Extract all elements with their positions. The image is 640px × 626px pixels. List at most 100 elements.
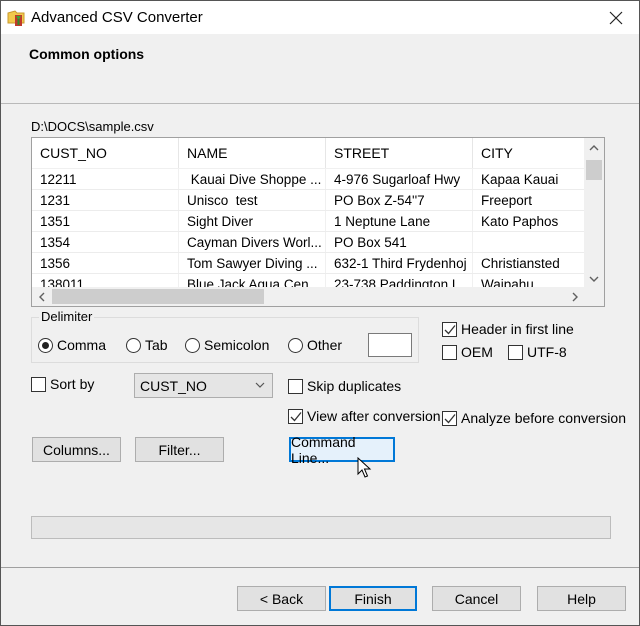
- cell: Freeport: [473, 190, 585, 210]
- view-after-conversion-checkbox[interactable]: View after conversion: [288, 408, 441, 424]
- radio-label: Other: [307, 337, 343, 353]
- chevron-down-icon: [255, 382, 265, 388]
- radio-tab[interactable]: Tab: [126, 337, 168, 353]
- horizontal-scrollbar[interactable]: [32, 287, 585, 306]
- delimiter-group-label: Delimiter: [39, 309, 95, 324]
- checkbox-label: Header in first line: [461, 321, 574, 337]
- cell: 632-1 Third Frydenhoj: [326, 253, 473, 273]
- checkbox-label: Analyze before conversion: [461, 410, 626, 426]
- window-title: Advanced CSV Converter: [31, 9, 203, 26]
- vertical-scroll-thumb[interactable]: [586, 160, 602, 180]
- command-line-button[interactable]: Command Line...: [289, 434, 395, 466]
- checkmark-icon: [444, 324, 456, 334]
- cell: 1356: [32, 253, 179, 273]
- close-icon: [609, 11, 623, 24]
- cell: 1231: [32, 190, 179, 210]
- footer-separator: [1, 567, 639, 568]
- scroll-up-icon[interactable]: [584, 138, 604, 157]
- sort-field-select[interactable]: CUST_NO: [134, 373, 273, 398]
- table-row[interactable]: 12211 Kauai Dive Shoppe ... 4-976 Sugarl…: [32, 169, 585, 190]
- radio-label: Comma: [57, 337, 107, 353]
- column-header[interactable]: CITY: [473, 138, 585, 168]
- column-header[interactable]: STREET: [326, 138, 473, 168]
- radio-circle: [185, 337, 200, 353]
- cell: 1 Neptune Lane: [326, 211, 473, 231]
- other-delimiter-input[interactable]: [368, 333, 412, 357]
- mouse-cursor-icon: [357, 457, 372, 478]
- close-button[interactable]: [593, 1, 639, 34]
- checkbox-label: Sort by: [50, 376, 95, 392]
- file-path-label: D:\DOCS\sample.csv: [31, 119, 154, 134]
- cell: Cayman Divers Worl...: [179, 232, 326, 252]
- radio-semicolon[interactable]: Semicolon: [185, 337, 269, 353]
- checkmark-icon: [290, 411, 302, 421]
- grid-header-row: CUST_NO NAME STREET CITY: [32, 138, 585, 169]
- table-row[interactable]: 1356 Tom Sawyer Diving ... 632-1 Third F…: [32, 253, 585, 274]
- checkbox-box: [442, 321, 457, 337]
- cell: PO Box 541: [326, 232, 473, 252]
- radio-other[interactable]: Other: [288, 337, 342, 353]
- checkbox-box: [442, 410, 457, 426]
- finish-button[interactable]: Finish: [329, 586, 417, 611]
- cell: 23-738 Paddington L...: [326, 274, 473, 288]
- header-in-first-line-checkbox[interactable]: Header in first line: [442, 321, 574, 337]
- filter-button[interactable]: Filter...: [135, 437, 224, 462]
- analyze-before-conversion-checkbox[interactable]: Analyze before conversion: [442, 410, 626, 426]
- checkbox-box: [31, 376, 46, 392]
- checkbox-label: View after conversion: [307, 408, 441, 424]
- grid-content: CUST_NO NAME STREET CITY 12211 Kauai Div…: [32, 138, 585, 288]
- checkbox-box: [442, 344, 457, 360]
- cell: 138011: [32, 274, 179, 288]
- checkbox-box: [288, 378, 303, 394]
- app-icon: [7, 8, 27, 28]
- utf8-checkbox[interactable]: UTF-8: [508, 344, 567, 360]
- checkbox-label: OEM: [461, 344, 493, 360]
- radio-comma[interactable]: Comma: [38, 337, 106, 353]
- column-header[interactable]: NAME: [179, 138, 326, 168]
- cell: Christiansted: [473, 253, 585, 273]
- sort-by-checkbox[interactable]: Sort by: [31, 376, 94, 392]
- data-preview-grid[interactable]: CUST_NO NAME STREET CITY 12211 Kauai Div…: [31, 137, 605, 307]
- oem-checkbox[interactable]: OEM: [442, 344, 493, 360]
- table-row[interactable]: 1354 Cayman Divers Worl... PO Box 541: [32, 232, 585, 253]
- cell: Blue Jack Aqua Cen...: [179, 274, 326, 288]
- help-button[interactable]: Help: [537, 586, 626, 611]
- wizard-header: Common options: [1, 34, 639, 104]
- scroll-down-icon[interactable]: [584, 269, 604, 288]
- cell: 12211: [32, 169, 179, 189]
- sort-field-value: CUST_NO: [140, 377, 207, 394]
- cell: 1354: [32, 232, 179, 252]
- checkbox-label: Skip duplicates: [307, 378, 402, 394]
- radio-circle: [126, 337, 141, 353]
- cell: Sight Diver: [179, 211, 326, 231]
- cell: PO Box Z-54''7: [326, 190, 473, 210]
- back-button[interactable]: < Back: [237, 586, 326, 611]
- cell: Kato Paphos: [473, 211, 585, 231]
- cell: Unisco test: [179, 190, 326, 210]
- column-header[interactable]: CUST_NO: [32, 138, 179, 168]
- cancel-button[interactable]: Cancel: [432, 586, 521, 611]
- table-row[interactable]: 1231 Unisco test PO Box Z-54''7 Freeport: [32, 190, 585, 211]
- cell: Waipahu: [473, 274, 585, 289]
- checkbox-box: [288, 408, 303, 424]
- page-title: Common options: [29, 46, 145, 62]
- checkbox-label: UTF-8: [527, 344, 567, 360]
- cell: 1351: [32, 211, 179, 231]
- cell: Kapaa Kauai: [473, 169, 585, 189]
- radio-label: Semicolon: [204, 337, 270, 353]
- table-row[interactable]: 138011 Blue Jack Aqua Cen... 23-738 Padd…: [32, 274, 585, 288]
- scroll-right-icon[interactable]: [565, 287, 585, 306]
- radio-circle: [38, 337, 53, 353]
- progress-bar: [31, 516, 611, 539]
- scroll-left-icon[interactable]: [32, 287, 52, 306]
- checkmark-icon: [444, 413, 456, 423]
- vertical-scrollbar[interactable]: [584, 138, 604, 288]
- dialog-window: Advanced CSV Converter Common options D:…: [0, 0, 640, 626]
- radio-selected-dot: [42, 341, 49, 349]
- cell: [473, 232, 585, 252]
- columns-button[interactable]: Columns...: [32, 437, 121, 462]
- skip-duplicates-checkbox[interactable]: Skip duplicates: [288, 378, 401, 394]
- table-row[interactable]: 1351 Sight Diver 1 Neptune Lane Kato Pap…: [32, 211, 585, 232]
- horizontal-scroll-thumb[interactable]: [52, 289, 264, 304]
- cell: Kauai Dive Shoppe ...: [179, 169, 326, 189]
